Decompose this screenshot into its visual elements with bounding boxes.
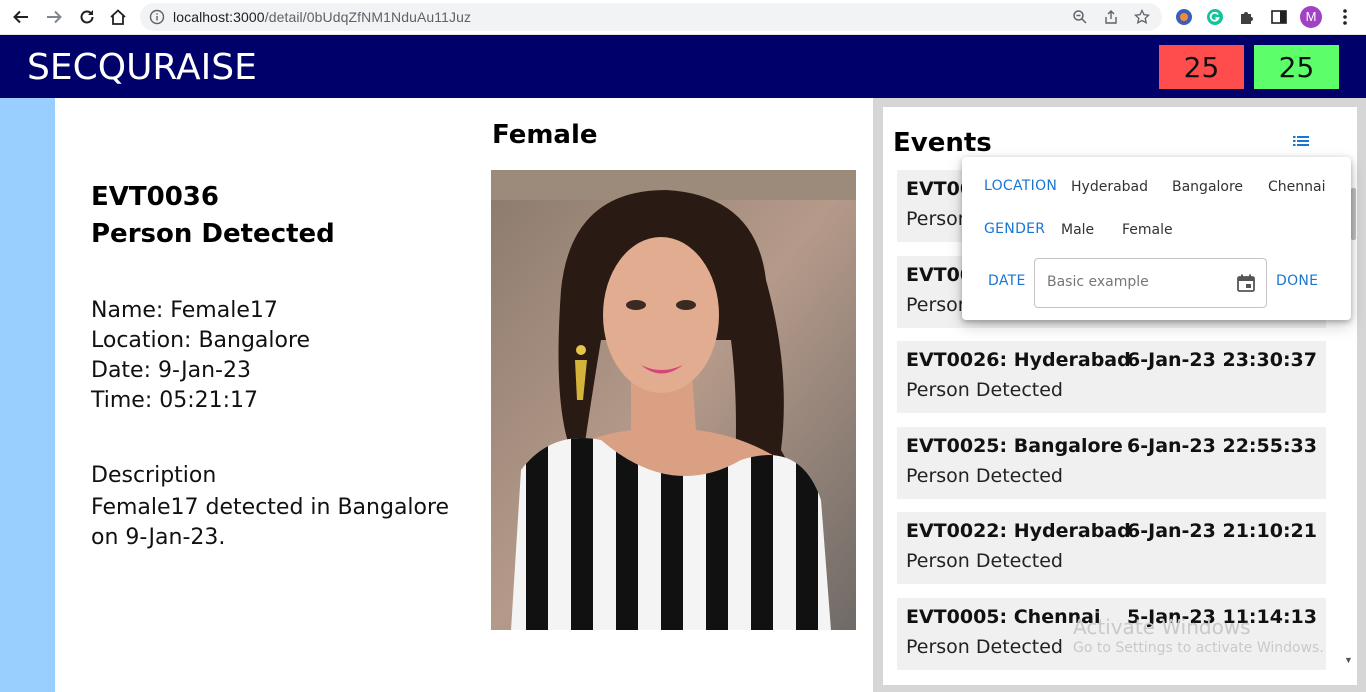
filter-list-icon[interactable] [1289, 131, 1313, 151]
scroll-down-arrow-icon[interactable]: ▼ [1344, 655, 1353, 665]
browser-menu-icon[interactable] [1334, 6, 1356, 28]
browser-toolbar: localhost:3000/detail/0bUdqZfNM1NduAu11J… [0, 0, 1366, 35]
grammarly-icon[interactable] [1204, 6, 1226, 28]
done-button[interactable]: DONE [1276, 273, 1318, 289]
detail-name: Name: Female17 [91, 298, 278, 323]
app-header: SECQURAISE 25 25 [0, 35, 1366, 98]
url-host: localhost:3000 [173, 9, 265, 25]
alert-count-green: 25 [1254, 45, 1339, 89]
date-picker-input[interactable]: Basic example [1034, 258, 1267, 308]
detail-date: Date: 9-Jan-23 [91, 358, 251, 383]
event-id-heading: EVT0036 [91, 182, 219, 212]
site-info-icon[interactable] [147, 7, 167, 27]
event-card-subtitle: Person Detected [906, 465, 1063, 487]
calendar-icon[interactable] [1235, 272, 1257, 294]
gender-option-male[interactable]: Male [1061, 222, 1094, 238]
event-card[interactable]: EVT0026: Hyderabad 6-Jan-23 23:30:37 Per… [897, 341, 1326, 413]
profile-avatar[interactable]: M [1300, 6, 1322, 28]
event-card-subtitle: Person Detected [906, 550, 1063, 572]
detail-time: Time: 05:21:17 [91, 388, 259, 413]
brand-logo-text[interactable]: SECQURAISE [27, 47, 257, 88]
event-card[interactable]: EVT0022: Hyderabad 6-Jan-23 21:10:21 Per… [897, 512, 1326, 584]
person-photo [491, 170, 856, 630]
url-text: localhost:3000/detail/0bUdqZfNM1NduAu11J… [173, 9, 471, 25]
forward-arrow-icon[interactable] [42, 5, 66, 29]
events-title: Events [893, 128, 992, 158]
event-card-time: 6-Jan-23 21:10:21 [1127, 520, 1317, 542]
event-card-time: 6-Jan-23 23:30:37 [1127, 349, 1317, 371]
event-card[interactable]: EVT0025: Bangalore 6-Jan-23 22:55:33 Per… [897, 427, 1326, 499]
event-card-title: EVT0005: Chennai [906, 606, 1101, 628]
address-bar[interactable]: localhost:3000/detail/0bUdqZfNM1NduAu11J… [140, 3, 1162, 31]
date-picker-placeholder: Basic example [1047, 274, 1149, 290]
url-path: /detail/0bUdqZfNM1NduAu11Juz [264, 9, 472, 25]
event-card-subtitle: Person Detected [906, 379, 1063, 401]
detail-location: Location: Bangalore [91, 328, 311, 353]
event-card-subtitle: Person [906, 294, 970, 316]
location-filter-label[interactable]: LOCATION [984, 178, 1057, 194]
left-sidebar-strip [0, 98, 55, 692]
activate-windows-title: Activate Windows [1073, 615, 1251, 639]
description-heading: Description [91, 463, 217, 488]
event-card-time: 6-Jan-23 22:55:33 [1127, 435, 1317, 457]
side-panel-icon[interactable] [1268, 6, 1290, 28]
description-text: Female17 detected in Bangalore on 9-Jan-… [91, 495, 450, 550]
filter-popover: LOCATION Hyderabad Bangalore Chennai GEN… [962, 157, 1351, 320]
activate-windows-subtitle: Go to Settings to activate Windows. [1073, 640, 1324, 656]
events-scrollbar-thumb[interactable] [1351, 188, 1356, 240]
extension-shield-icon[interactable] [1173, 6, 1195, 28]
date-filter-label[interactable]: DATE [988, 273, 1026, 289]
gender-filter-label[interactable]: GENDER [984, 221, 1045, 237]
bookmark-star-icon[interactable] [1132, 7, 1152, 27]
alert-count-red: 25 [1159, 45, 1244, 89]
zoom-icon[interactable] [1070, 7, 1090, 27]
event-card-subtitle: Person Detected [906, 636, 1063, 658]
location-option-chennai[interactable]: Chennai [1268, 179, 1325, 195]
event-title-heading: Person Detected [91, 219, 335, 249]
location-option-hyderabad[interactable]: Hyderabad [1071, 179, 1148, 195]
back-arrow-icon[interactable] [9, 5, 33, 29]
location-option-bangalore[interactable]: Bangalore [1172, 179, 1243, 195]
event-card-title: EVT0025: Bangalore [906, 435, 1123, 457]
event-card-title: EVT0022: Hyderabad [906, 520, 1131, 542]
event-card-title: EVT0026: Hyderabad [906, 349, 1131, 371]
reload-icon[interactable] [75, 5, 99, 29]
extensions-puzzle-icon[interactable] [1236, 6, 1258, 28]
gender-option-female[interactable]: Female [1122, 222, 1173, 238]
profile-initial: M [1305, 9, 1317, 24]
share-icon[interactable] [1101, 7, 1121, 27]
gender-label: Female [492, 120, 598, 150]
event-card-subtitle: Person [906, 208, 970, 230]
home-icon[interactable] [106, 5, 130, 29]
